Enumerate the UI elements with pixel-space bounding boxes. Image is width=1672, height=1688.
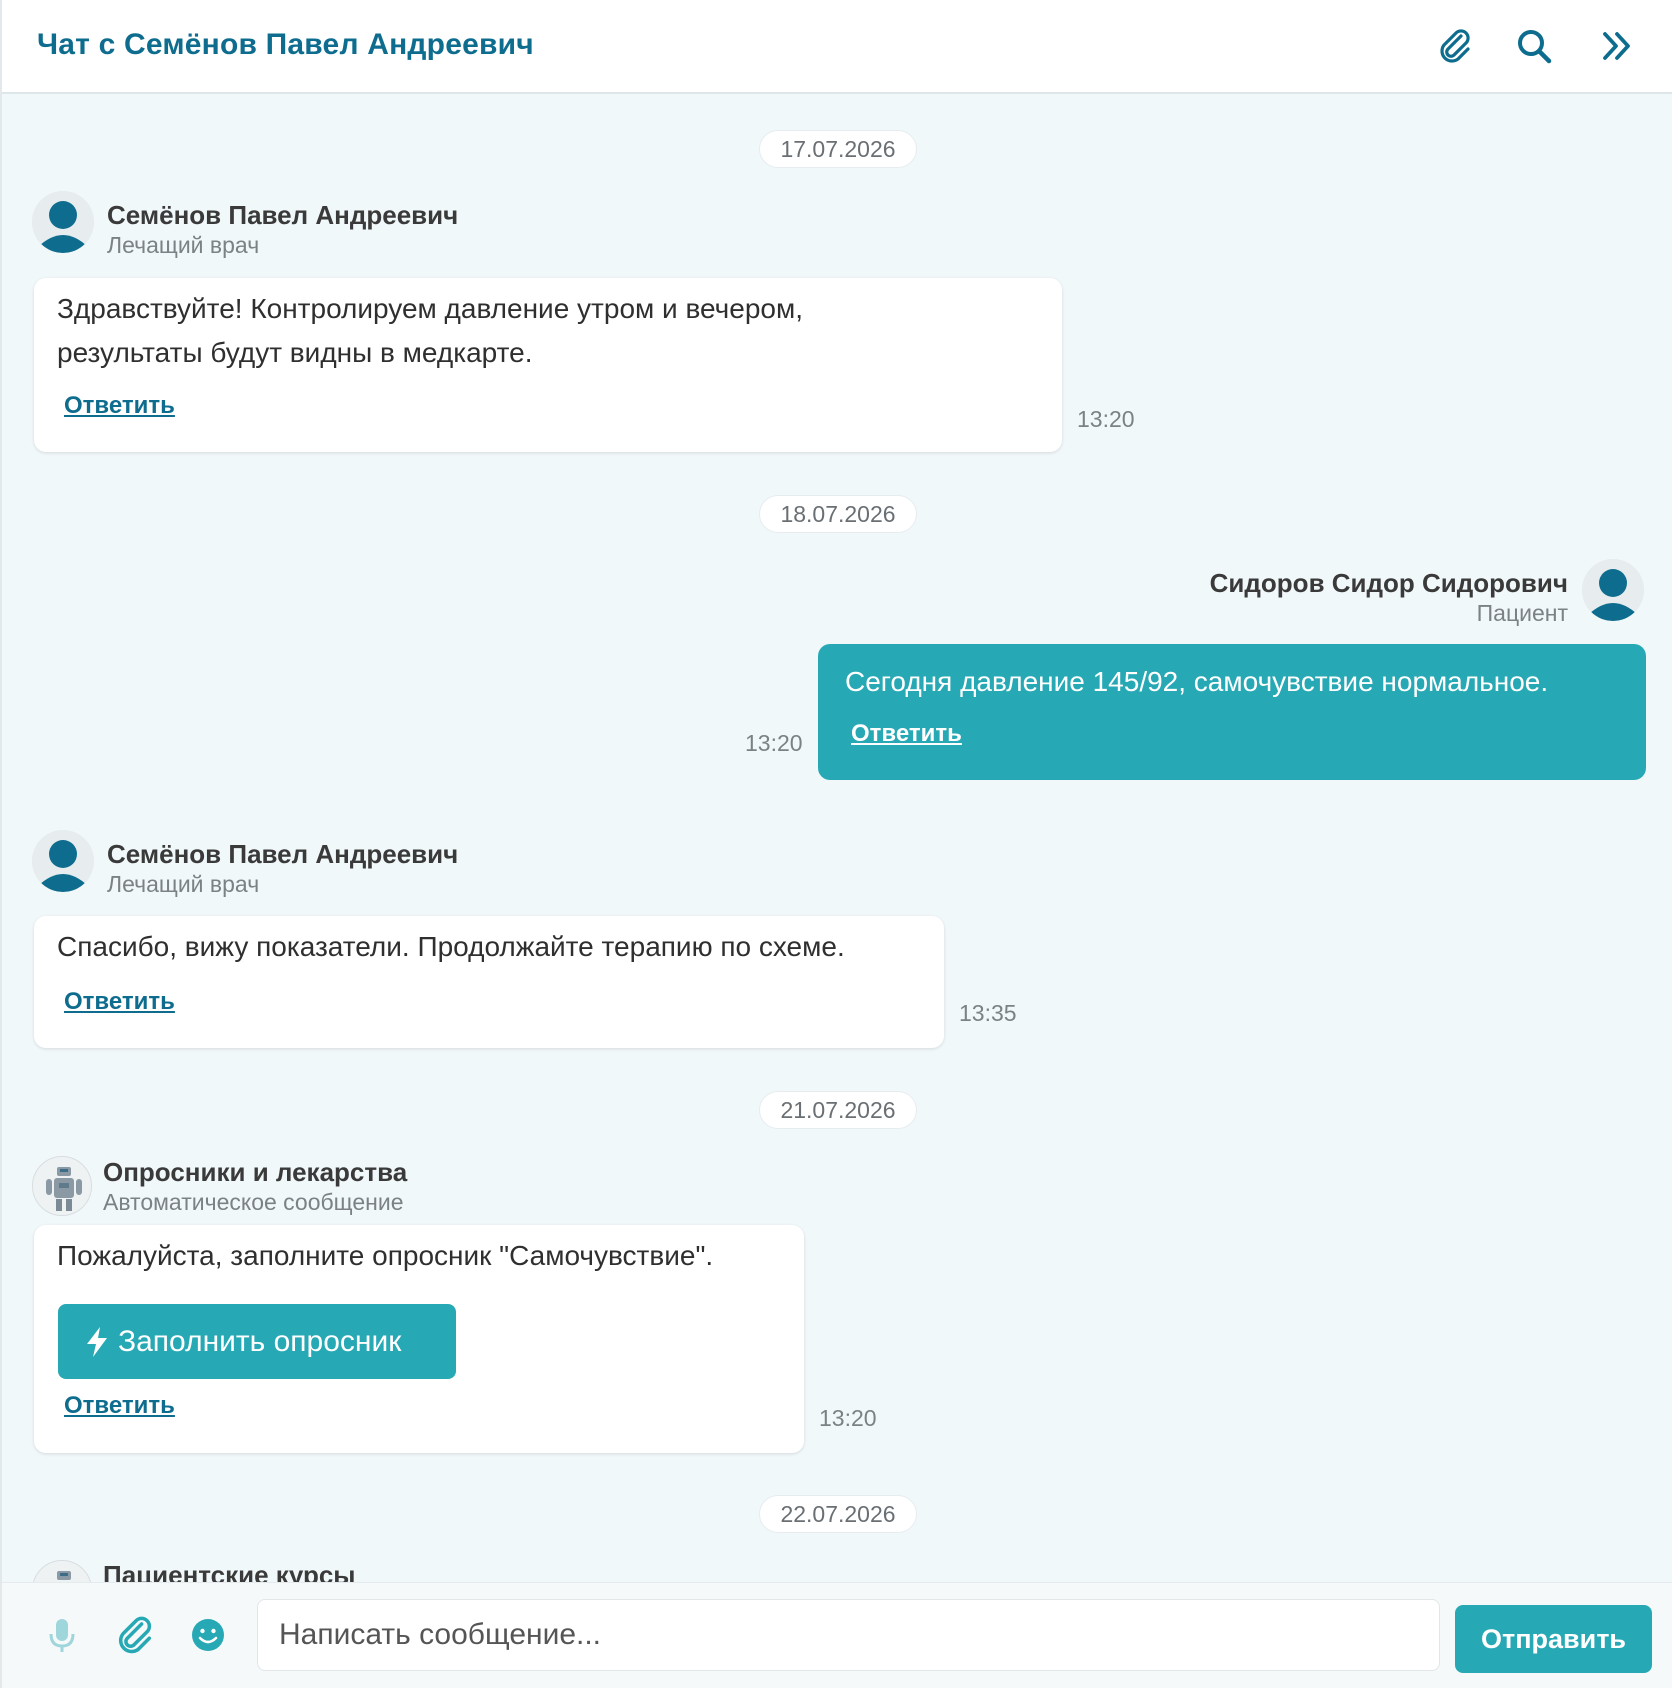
avatar xyxy=(32,191,94,253)
search-icon[interactable] xyxy=(1514,26,1554,66)
sender-role: Пациент xyxy=(1476,600,1568,626)
robot-icon xyxy=(33,1561,91,1582)
robot-avatar xyxy=(32,1156,92,1216)
sender-name: Семёнов Павел Андреевич xyxy=(107,200,459,230)
message-bubble: Пожалуйста, заполните опросник "Самочувс… xyxy=(34,1225,804,1453)
sender-name: Сидоров Сидор Сидорович xyxy=(1209,568,1568,598)
message-time: 13:20 xyxy=(819,1405,877,1431)
sender-role: Лечащий врач xyxy=(107,232,260,258)
reply-link[interactable]: Ответить xyxy=(851,720,962,748)
lightning-icon xyxy=(87,1326,107,1357)
sender-role: Лечащий врач xyxy=(107,871,260,897)
message-input[interactable]: Написать сообщение... xyxy=(257,1599,1440,1671)
reply-link[interactable]: Ответить xyxy=(64,1392,175,1420)
message-bubble: Спасибо, вижу показатели. Продолжайте те… xyxy=(34,916,944,1048)
robot-icon xyxy=(33,1157,91,1215)
message-list[interactable]: 17.07.2026 Семёнов Павел Андреевич Лечащ… xyxy=(2,94,1672,1582)
message-bubble: Здравствуйте! Контролируем давление утро… xyxy=(34,278,1062,452)
robot-avatar xyxy=(32,1560,92,1582)
emoji-icon[interactable] xyxy=(186,1613,230,1657)
microphone-icon[interactable] xyxy=(40,1613,84,1657)
message-text: результаты будут видны в медкарте. xyxy=(57,337,533,368)
date-separator: 17.07.2026 xyxy=(759,130,917,168)
reply-link[interactable]: Ответить xyxy=(64,392,175,420)
chat-header: Чат с Семёнов Павел Андреевич xyxy=(2,0,1672,94)
date-separator: 22.07.2026 xyxy=(759,1495,917,1533)
paperclip-icon[interactable] xyxy=(1435,26,1475,66)
avatar xyxy=(32,830,94,892)
message-composer: Написать сообщение... Отправить xyxy=(2,1582,1672,1688)
message-time: 13:20 xyxy=(1077,406,1135,432)
paperclip-icon[interactable] xyxy=(113,1613,157,1657)
date-separator: 18.07.2026 xyxy=(759,495,917,533)
avatar xyxy=(1582,559,1644,621)
message-text: Пожалуйста, заполните опросник "Самочувс… xyxy=(57,1240,714,1271)
message-text: Спасибо, вижу показатели. Продолжайте те… xyxy=(57,931,845,962)
date-separator: 21.07.2026 xyxy=(759,1091,917,1129)
sender-role: Автоматическое сообщение xyxy=(103,1189,404,1215)
message-time: 13:35 xyxy=(959,1000,1017,1026)
collapse-panel-icon[interactable] xyxy=(1596,26,1636,66)
message-text: Здравствуйте! Контролируем давление утро… xyxy=(57,293,804,324)
chat-window: Чат с Семёнов Павел Андреевич 17.07.2026… xyxy=(0,0,1672,1688)
sender-name: Пациентские курсы xyxy=(103,1560,356,1582)
sender-name: Семёнов Павел Андреевич xyxy=(107,839,459,869)
chat-title: Чат с Семёнов Павел Андреевич xyxy=(37,28,534,61)
reply-link[interactable]: Ответить xyxy=(64,988,175,1016)
send-button[interactable]: Отправить xyxy=(1455,1605,1652,1673)
fill-questionnaire-button[interactable]: Заполнить опросник xyxy=(58,1304,456,1379)
message-time: 13:20 xyxy=(745,730,803,756)
sender-name: Опросники и лекарства xyxy=(103,1157,408,1187)
button-label: Заполнить опросник xyxy=(118,1324,402,1358)
message-text: Сегодня давление 145/92, самочувствие но… xyxy=(845,666,1549,697)
own-message-bubble: Сегодня давление 145/92, самочувствие но… xyxy=(818,644,1646,780)
